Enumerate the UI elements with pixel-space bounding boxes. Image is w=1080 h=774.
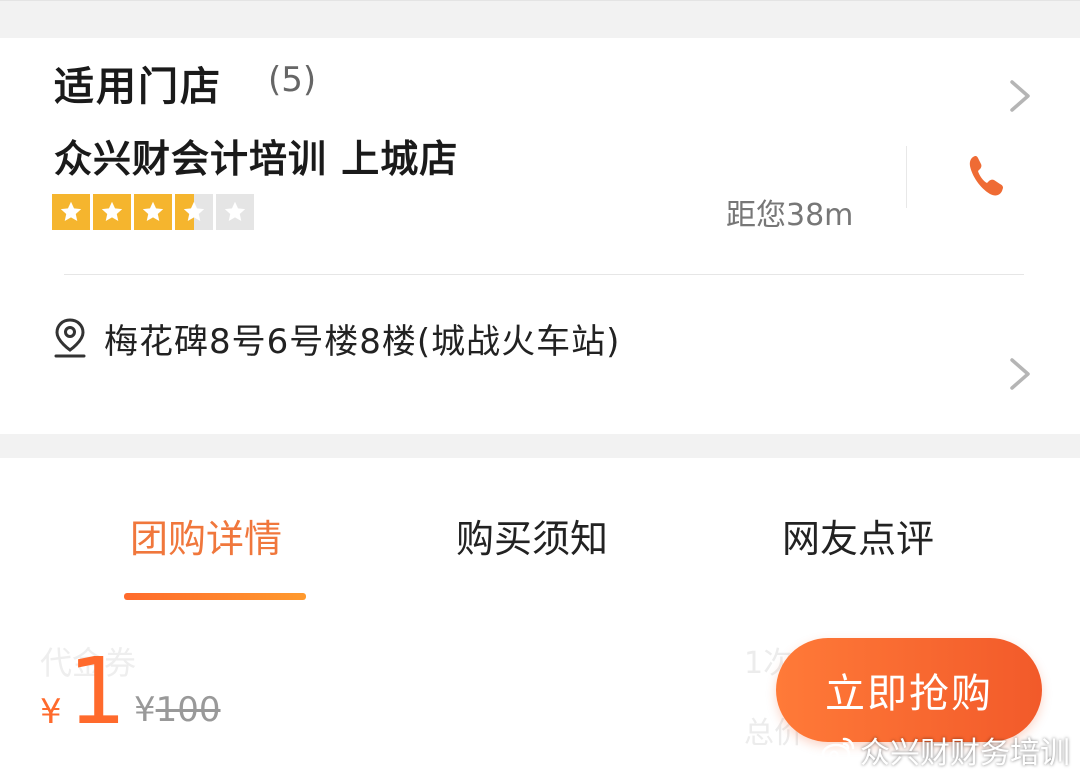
tab-bar: 团购详情 购买须知 网友点评 <box>0 458 1080 603</box>
star-icon <box>52 194 90 230</box>
vertical-divider <box>906 146 907 208</box>
top-strip <box>0 0 1080 39</box>
star-icon <box>93 194 131 230</box>
rating-stars <box>52 194 254 230</box>
phone-icon[interactable] <box>966 152 1006 200</box>
divider <box>64 274 1024 275</box>
tab-user-reviews[interactable]: 网友点评 <box>782 508 934 563</box>
currency-symbol: ¥ <box>40 692 62 732</box>
star-icon <box>175 194 213 230</box>
star-icon <box>134 194 172 230</box>
store-name[interactable]: 众兴财会计培训 上城店 <box>54 128 458 183</box>
distance-label: 距您38m <box>726 198 854 233</box>
weibo-icon <box>821 737 855 765</box>
active-tab-indicator <box>124 593 306 600</box>
star-icon <box>216 194 254 230</box>
chevron-right-icon[interactable] <box>1000 354 1040 394</box>
store-address[interactable]: 梅花碑8号6号楼8楼(城战火车站) <box>104 314 620 363</box>
location-pin-icon <box>54 318 86 358</box>
current-price: 1 <box>68 638 127 745</box>
watermark: 众兴财财务培训 <box>820 728 1070 772</box>
original-currency: ¥ <box>134 690 156 730</box>
tab-purchase-notes[interactable]: 购买须知 <box>456 508 608 563</box>
store-count: (5) <box>268 60 317 100</box>
buy-now-button[interactable]: 立即抢购 <box>776 638 1042 742</box>
tab-group-buy-details[interactable]: 团购详情 <box>130 508 282 563</box>
original-price: ¥100 <box>134 690 221 730</box>
section-title: 适用门店 <box>54 64 222 110</box>
chevron-right-icon[interactable] <box>1000 76 1040 116</box>
watermark-text: 众兴财财务培训 <box>860 736 1070 771</box>
original-price-value: 100 <box>155 690 221 730</box>
